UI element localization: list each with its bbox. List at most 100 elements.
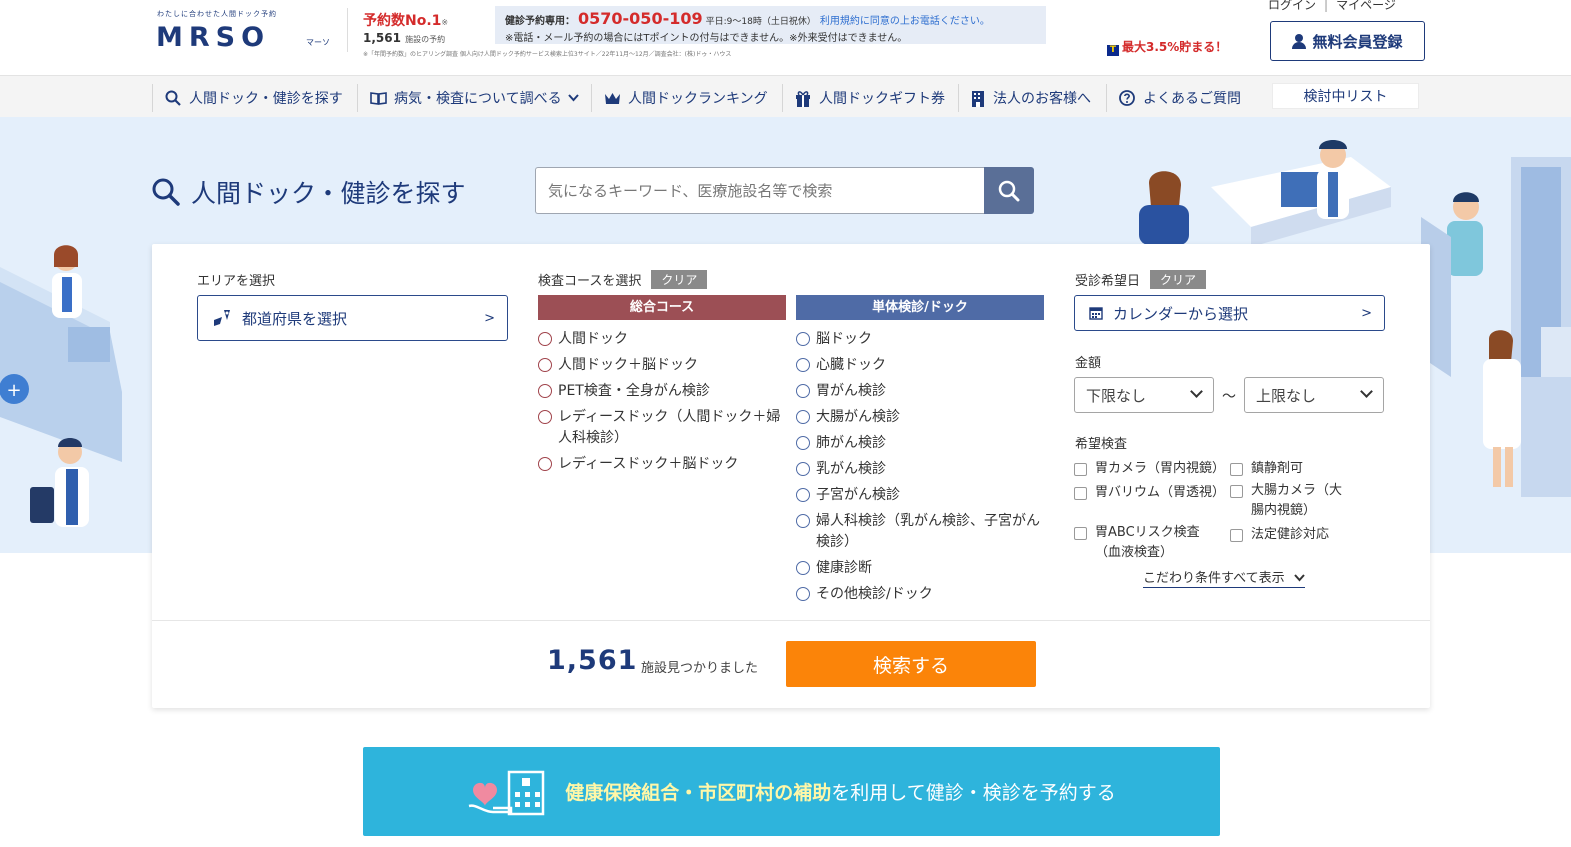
course-radio-general[interactable]: レディースドック（人間ドック＋婦人科検診） [538, 407, 788, 449]
banner-highlight: 健康保険組合・市区町村の補助 [565, 782, 832, 804]
radio-icon [796, 436, 810, 450]
reception-illustration: + [0, 245, 122, 527]
exam-checkbox[interactable]: 法定健診対応 [1230, 525, 1340, 545]
date-clear-button[interactable]: クリア [1150, 270, 1207, 289]
exam-checkbox[interactable]: 胃バリウム（胃透視） [1074, 483, 1225, 503]
radio-icon [796, 561, 810, 575]
radio-icon [538, 457, 552, 471]
terms-link[interactable]: 利用規約に同意の上お電話ください。 [820, 16, 990, 27]
course-radio-single[interactable]: 胃がん検診 [796, 381, 1046, 402]
course-radio-single[interactable]: 大腸がん検診 [796, 407, 1046, 428]
radio-icon [796, 384, 810, 398]
svg-text:+: + [6, 380, 21, 401]
chevron-down-icon [567, 94, 579, 102]
general-course-header: 総合コース [538, 295, 786, 320]
price-max-select[interactable]: 上限なし [1244, 377, 1384, 413]
checkbox-icon [1074, 487, 1087, 500]
price-min-select[interactable]: 下限なし [1074, 377, 1214, 413]
search-icon [165, 90, 181, 106]
course-label: 検査コースを選択 クリア [538, 270, 708, 289]
register-button[interactable]: 無料会員登録 [1270, 21, 1425, 61]
price-label: 金額 [1075, 356, 1102, 371]
course-radio-single[interactable]: 婦人科検診（乳がん検診、子宮がん検診） [796, 511, 1046, 553]
exam-label: 希望検査 [1075, 437, 1128, 452]
course-clear-button[interactable]: クリア [651, 270, 708, 289]
survey-footnote: ※「年間予約数」のヒアリング調査 個人向け人間ドック予約サービス検索上位3サイト… [363, 51, 732, 58]
calendar-icon [1089, 307, 1103, 320]
crown-icon [605, 93, 620, 104]
login-link[interactable]: ログイン [1268, 0, 1316, 12]
nav-item-corporate[interactable]: 法人のお客様へ [958, 84, 1106, 112]
exam-checkbox[interactable]: 大腸カメラ（大腸内視鏡） [1230, 481, 1350, 521]
radio-icon [796, 332, 810, 346]
exam-checkbox[interactable]: 鎮静剤可 [1230, 459, 1340, 479]
header-divider [347, 8, 348, 52]
chevron-right-icon: > [484, 310, 495, 326]
price-range-separator: 〜 [1222, 389, 1236, 405]
search-submit-button[interactable] [984, 167, 1034, 214]
tpoint-icon: T [1107, 45, 1119, 56]
course-radio-single[interactable]: 健康診断 [796, 558, 1046, 579]
course-radio-general[interactable]: レディースドック＋脳ドック [538, 454, 788, 475]
checkbox-icon [1074, 463, 1087, 476]
course-radio-general[interactable]: PET検査・全身がん検診 [538, 381, 788, 402]
chevron-down-icon [1293, 574, 1305, 582]
radio-icon [796, 462, 810, 476]
radio-icon [796, 514, 810, 528]
book-icon [370, 92, 387, 105]
chevron-right-icon: > [1361, 305, 1372, 321]
mypage-link[interactable]: マイページ [1336, 0, 1396, 12]
nav-item-search[interactable]: 人間ドック・健診を探す [152, 84, 357, 112]
result-count-label: 施設見つかりました [641, 661, 759, 676]
course-radio-single[interactable]: 脳ドック [796, 329, 1046, 350]
radio-icon [796, 410, 810, 424]
calendar-select-button[interactable]: カレンダーから選択 > [1074, 295, 1385, 331]
gift-icon [796, 90, 810, 107]
checkbox-icon [1230, 463, 1243, 476]
result-count: 1,561 [547, 645, 638, 676]
course-radio-single[interactable]: 乳がん検診 [796, 459, 1046, 480]
radio-icon [538, 332, 552, 346]
radio-icon [538, 410, 552, 424]
logo-tagline: わたしに合わせた人間ドック予約 [157, 10, 277, 18]
show-all-conditions-link[interactable]: こだわり条件すべて表示 [1143, 567, 1305, 588]
keyword-search-input[interactable] [535, 167, 985, 214]
course-radio-single[interactable]: 肺がん検診 [796, 433, 1046, 454]
watchlist-button[interactable]: 検討中リスト [1272, 83, 1419, 109]
radio-icon [796, 587, 810, 601]
points-promo: T 最大3.5%貯まる！ [1107, 38, 1227, 56]
account-links: ログイン | マイページ [1268, 0, 1396, 12]
chevron-down-icon [1360, 385, 1373, 398]
exam-checkbox[interactable]: 胃カメラ（胃内視鏡） [1074, 459, 1225, 479]
nav-item-faq[interactable]: よくあるご質問 [1106, 84, 1266, 112]
nav-item-gift[interactable]: 人間ドックギフト券 [782, 84, 957, 112]
subsidy-banner[interactable]: 健康保険組合・市区町村の補助 を利用して健診・検診を予約する [363, 747, 1220, 836]
search-icon [152, 178, 180, 206]
single-course-header: 単体検診/ドック [796, 295, 1044, 320]
site-header: わたしに合わせた人間ドック予約 MRSO マーソ 予約数No.1※ 1,561 … [0, 0, 1571, 76]
nav-item-diseases[interactable]: 病気・検査について調べる [357, 84, 589, 112]
logo-subtitle: マーソ [306, 38, 330, 47]
date-label: 受診希望日 クリア [1075, 270, 1207, 289]
search-button[interactable]: 検索する [786, 641, 1036, 687]
person-icon [1292, 33, 1307, 49]
course-radio-general[interactable]: 人間ドック [538, 329, 788, 350]
search-icon [998, 180, 1020, 201]
area-label: エリアを選択 [197, 274, 276, 289]
rank-badge: 予約数No.1※ [363, 13, 449, 29]
course-radio-single[interactable]: 心臓ドック [796, 355, 1046, 376]
building-icon [972, 90, 984, 107]
course-radio-single[interactable]: 子宮がん検診 [796, 485, 1046, 506]
checkbox-icon [1230, 529, 1243, 542]
checkbox-icon [1230, 485, 1243, 498]
course-radio-general[interactable]: 人間ドック＋脳ドック [538, 355, 788, 376]
radio-icon [538, 384, 552, 398]
site-logo[interactable]: MRSO [156, 22, 270, 53]
prefecture-select-button[interactable]: 都道府県を選択 > [197, 295, 508, 341]
exam-checkbox[interactable]: 胃ABCリスク検査（血液検査） [1074, 523, 1219, 563]
course-radio-single[interactable]: その他検診/ドック [796, 584, 1046, 605]
phone-number[interactable]: 0570-050-109 [578, 9, 703, 28]
facility-count: 1,561 施設の予約 [363, 31, 446, 45]
radio-icon [538, 358, 552, 372]
nav-item-ranking[interactable]: 人間ドックランキング [591, 84, 782, 112]
